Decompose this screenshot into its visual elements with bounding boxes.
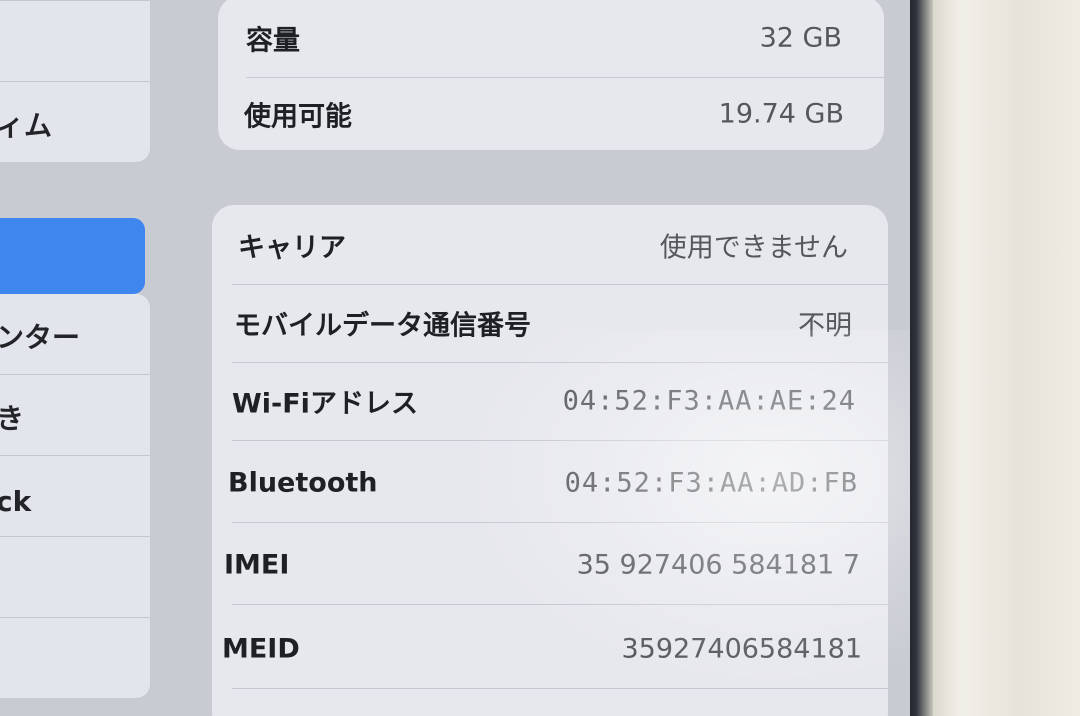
carrier-value: 使用できません bbox=[659, 232, 848, 264]
available-label: 使用可能 bbox=[244, 101, 352, 133]
mobile-number-row: モバイルデータ通信番号 不明 bbox=[212, 283, 888, 363]
wifi-address-value: 04:52:F3:AA:AE:24 bbox=[562, 385, 856, 417]
wifi-address-label: Wi-Fiアドレス bbox=[232, 388, 418, 420]
sidebar-item-selected[interactable] bbox=[0, 218, 145, 294]
settings-screen: ィム ンター き ck 容量 32 GB 使用可能 19.74 GB キャリア … bbox=[0, 0, 910, 716]
sidebar-item[interactable] bbox=[0, 618, 150, 698]
network-info-card: キャリア 使用できません モバイルデータ通信番号 不明 Wi-Fiアドレス 04… bbox=[212, 205, 888, 716]
bluetooth-row: Bluetooth 04:52:F3:AA:AD:FB bbox=[212, 443, 888, 523]
sidebar-item-label: ck bbox=[0, 485, 32, 518]
meid-value: 35927406584181 bbox=[621, 633, 863, 665]
sidebar-item[interactable]: ィム bbox=[0, 82, 150, 162]
sidebar-group-main: ンター き ck bbox=[0, 294, 150, 698]
bluetooth-value: 04:52:F3:AA:AD:FB bbox=[564, 467, 858, 499]
capacity-value: 32 GB bbox=[759, 22, 842, 54]
mobile-number-label: モバイルデータ通信番号 bbox=[234, 310, 531, 342]
sidebar-item-label: ィム bbox=[0, 109, 53, 142]
available-value: 19.74 GB bbox=[718, 98, 844, 130]
sidebar-item-label: ンター bbox=[0, 321, 81, 354]
sidebar-item-label: き bbox=[0, 402, 25, 435]
meid-row: MEID 35927406584181 bbox=[212, 609, 888, 689]
capacity-row: 容量 32 GB bbox=[218, 0, 884, 78]
carrier-label: キャリア bbox=[238, 232, 346, 264]
carrier-row: キャリア 使用できません bbox=[212, 205, 888, 285]
imei-label: IMEI bbox=[224, 549, 290, 581]
row-divider bbox=[232, 688, 888, 689]
row-divider bbox=[232, 604, 888, 605]
bluetooth-label: Bluetooth bbox=[228, 467, 378, 499]
capacity-label: 容量 bbox=[246, 25, 300, 57]
mobile-number-value: 不明 bbox=[798, 310, 852, 342]
sidebar-group-top: ィム bbox=[0, 0, 150, 162]
row-divider bbox=[232, 440, 888, 441]
device-frame bbox=[930, 0, 1080, 716]
storage-card: 容量 32 GB 使用可能 19.74 GB bbox=[218, 0, 884, 150]
row-divider bbox=[232, 522, 888, 523]
sidebar-item[interactable]: ck bbox=[0, 456, 150, 537]
settings-sidebar: ィム ンター き ck bbox=[0, 0, 160, 716]
meid-label: MEID bbox=[222, 633, 300, 665]
sidebar-item[interactable] bbox=[0, 1, 150, 82]
sidebar-item[interactable]: き bbox=[0, 375, 150, 456]
wifi-address-row: Wi-Fiアドレス 04:52:F3:AA:AE:24 bbox=[212, 361, 888, 441]
imei-row: IMEI 35 927406 584181 7 bbox=[212, 525, 888, 605]
sidebar-item[interactable]: ンター bbox=[0, 294, 150, 375]
imei-value: 35 927406 584181 7 bbox=[576, 549, 860, 581]
sidebar-item[interactable] bbox=[0, 537, 150, 618]
available-row: 使用可能 19.74 GB bbox=[218, 74, 884, 150]
